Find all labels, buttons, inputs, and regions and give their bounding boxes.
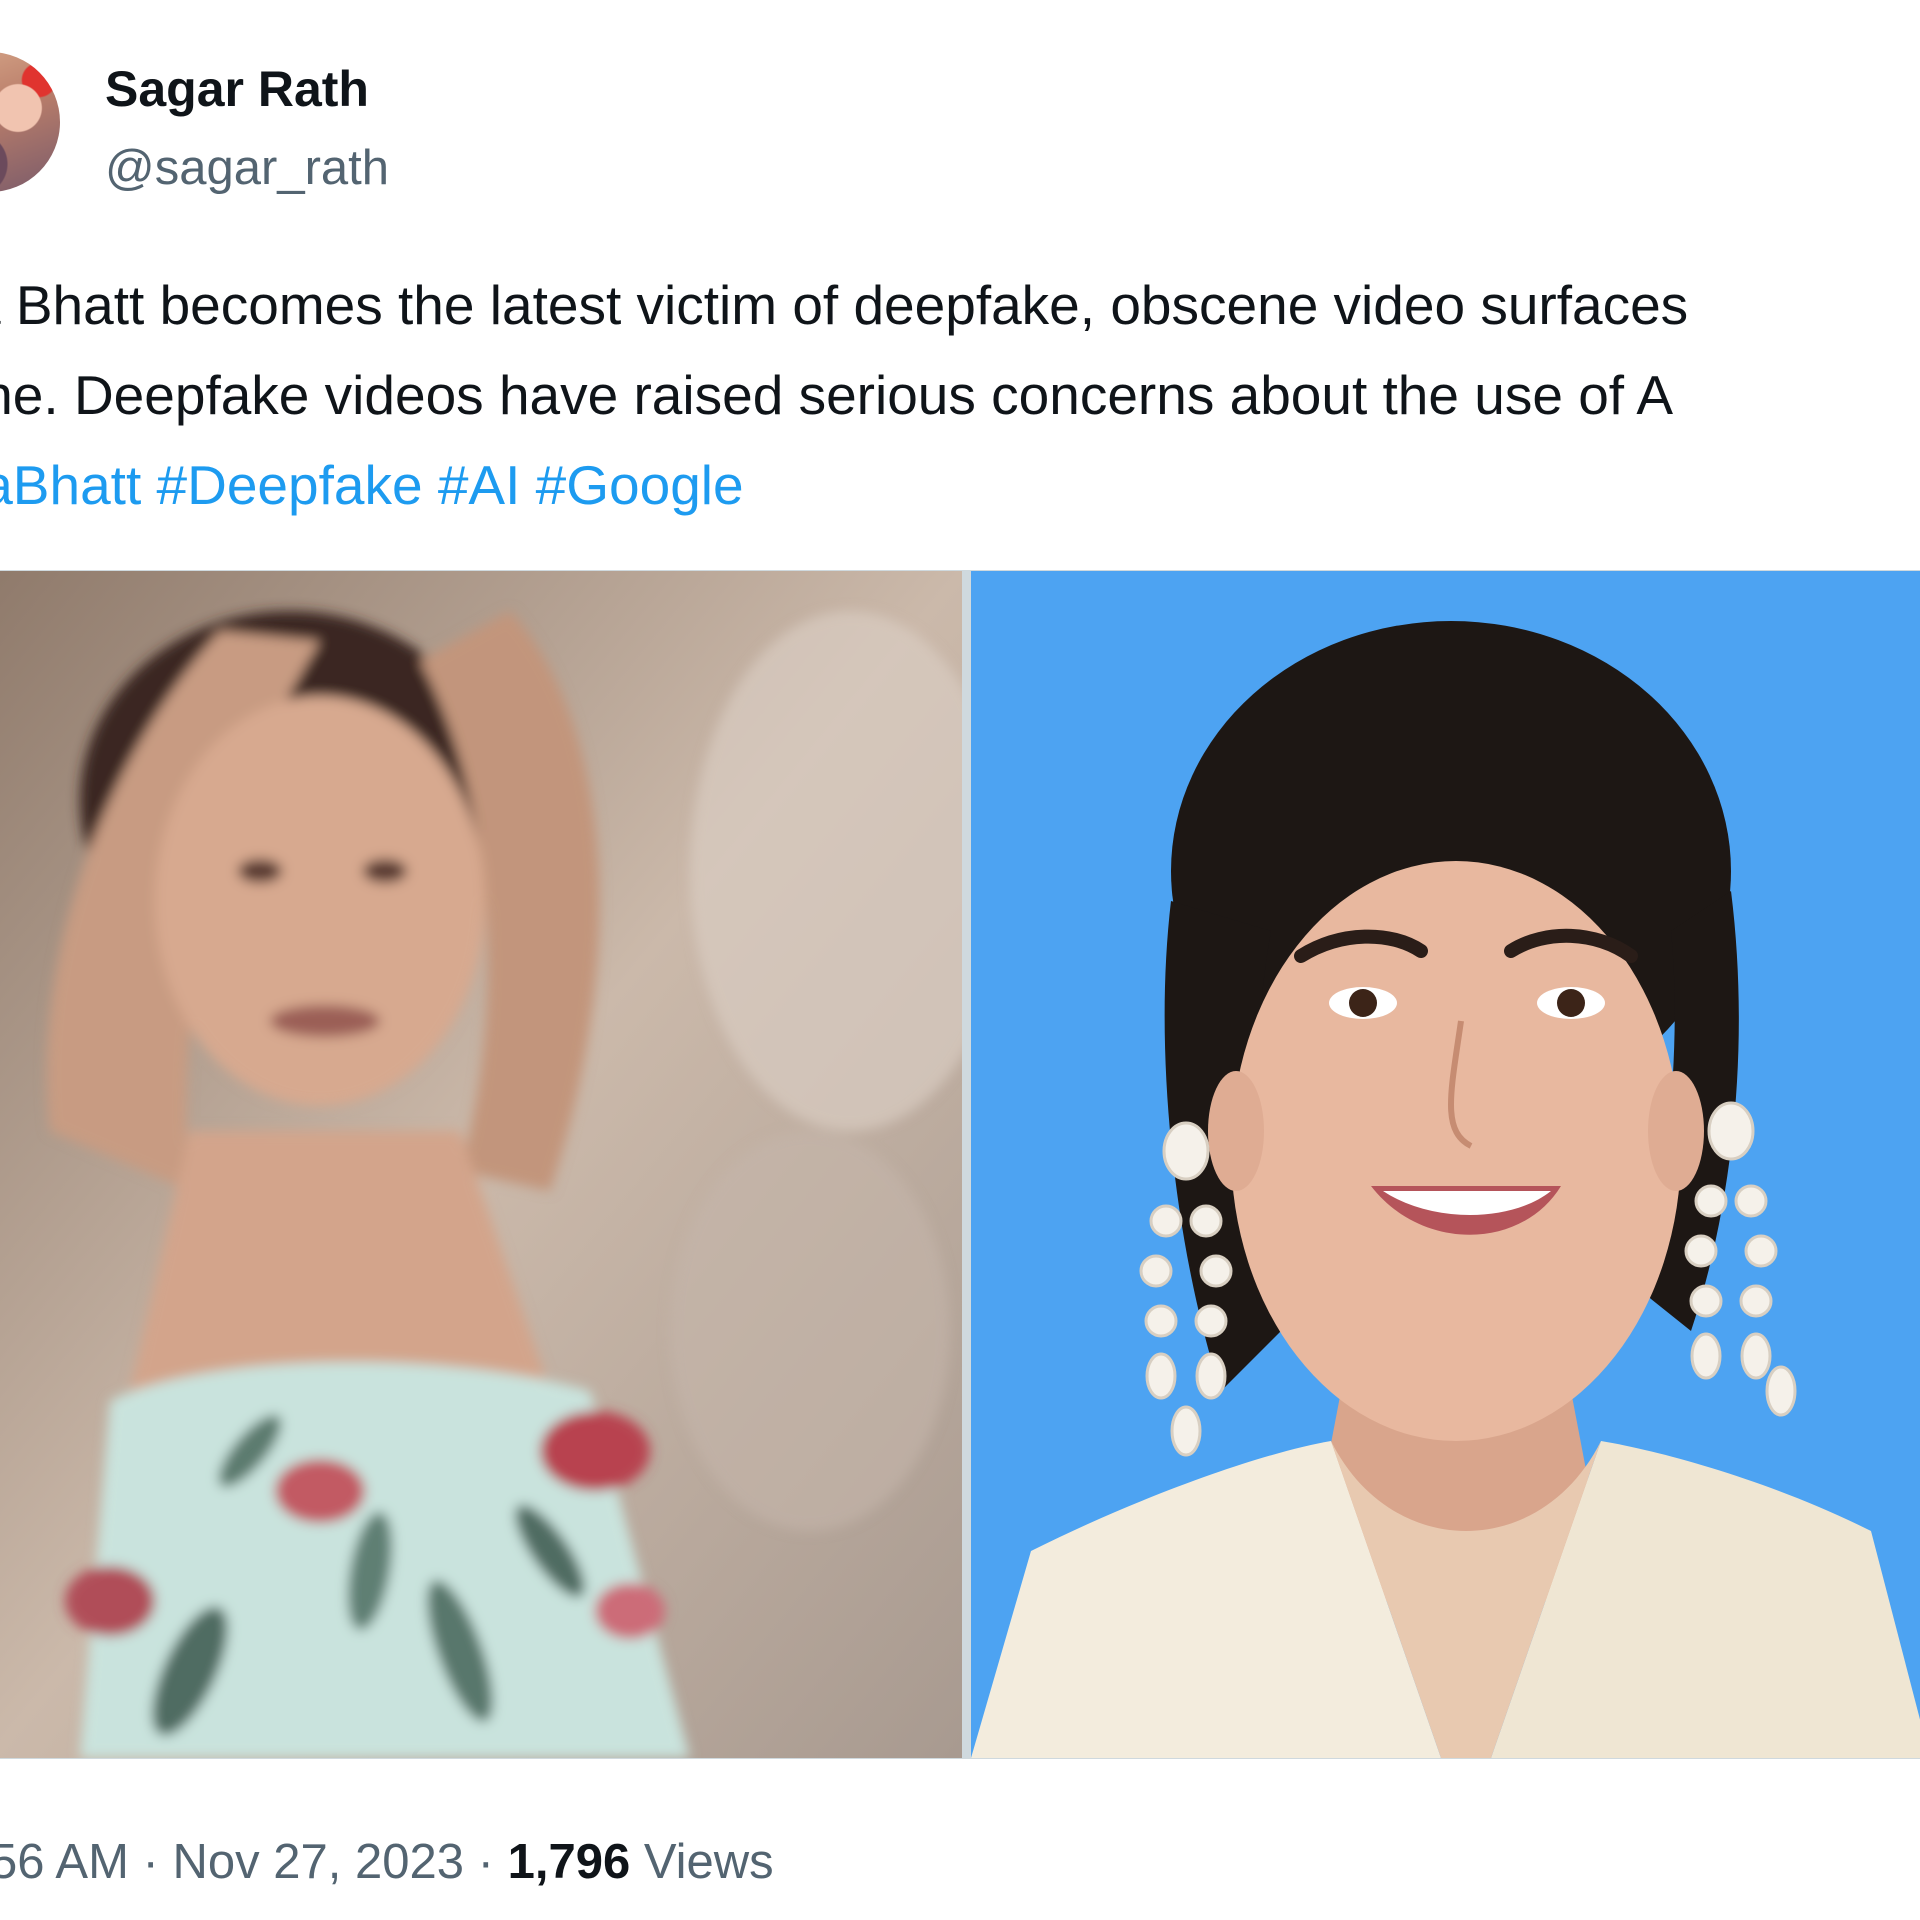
separator: · xyxy=(142,1835,159,1889)
avatar[interactable] xyxy=(0,52,60,192)
hashtag-line: iaBhatt #Deepfake #AI #Google xyxy=(0,458,744,513)
separator: · xyxy=(477,1835,494,1889)
hashtag-link[interactable]: #AI xyxy=(438,454,521,516)
left-photo-illustration xyxy=(0,571,962,1758)
tweet-text-line-1: a Bhatt becomes the latest victim of dee… xyxy=(0,274,1689,336)
time-text[interactable]: 56 AM xyxy=(0,1835,129,1889)
views-label: Views xyxy=(643,1835,774,1889)
hashtag-link[interactable]: #Google xyxy=(536,454,744,516)
user-handle[interactable]: @sagar_rath xyxy=(105,140,389,196)
media-photo-right[interactable] xyxy=(971,571,1920,1758)
right-photo-illustration xyxy=(971,571,1920,1758)
display-name[interactable]: Sagar Rath xyxy=(105,60,369,118)
tweet-timestamp: 56 AM · Nov 27, 2023 · 1,796 Views xyxy=(0,1834,774,1890)
date-text[interactable]: Nov 27, 2023 xyxy=(173,1835,465,1889)
views-count: 1,796 xyxy=(507,1835,631,1889)
hashtag-link[interactable]: #Deepfake xyxy=(157,454,423,516)
media-grid xyxy=(0,570,1920,1759)
hashtag-link[interactable]: iaBhatt xyxy=(0,454,141,516)
media-photo-left[interactable] xyxy=(0,571,962,1758)
tweet-text-line-2: ine. Deepfake videos have raised serious… xyxy=(0,364,1674,426)
